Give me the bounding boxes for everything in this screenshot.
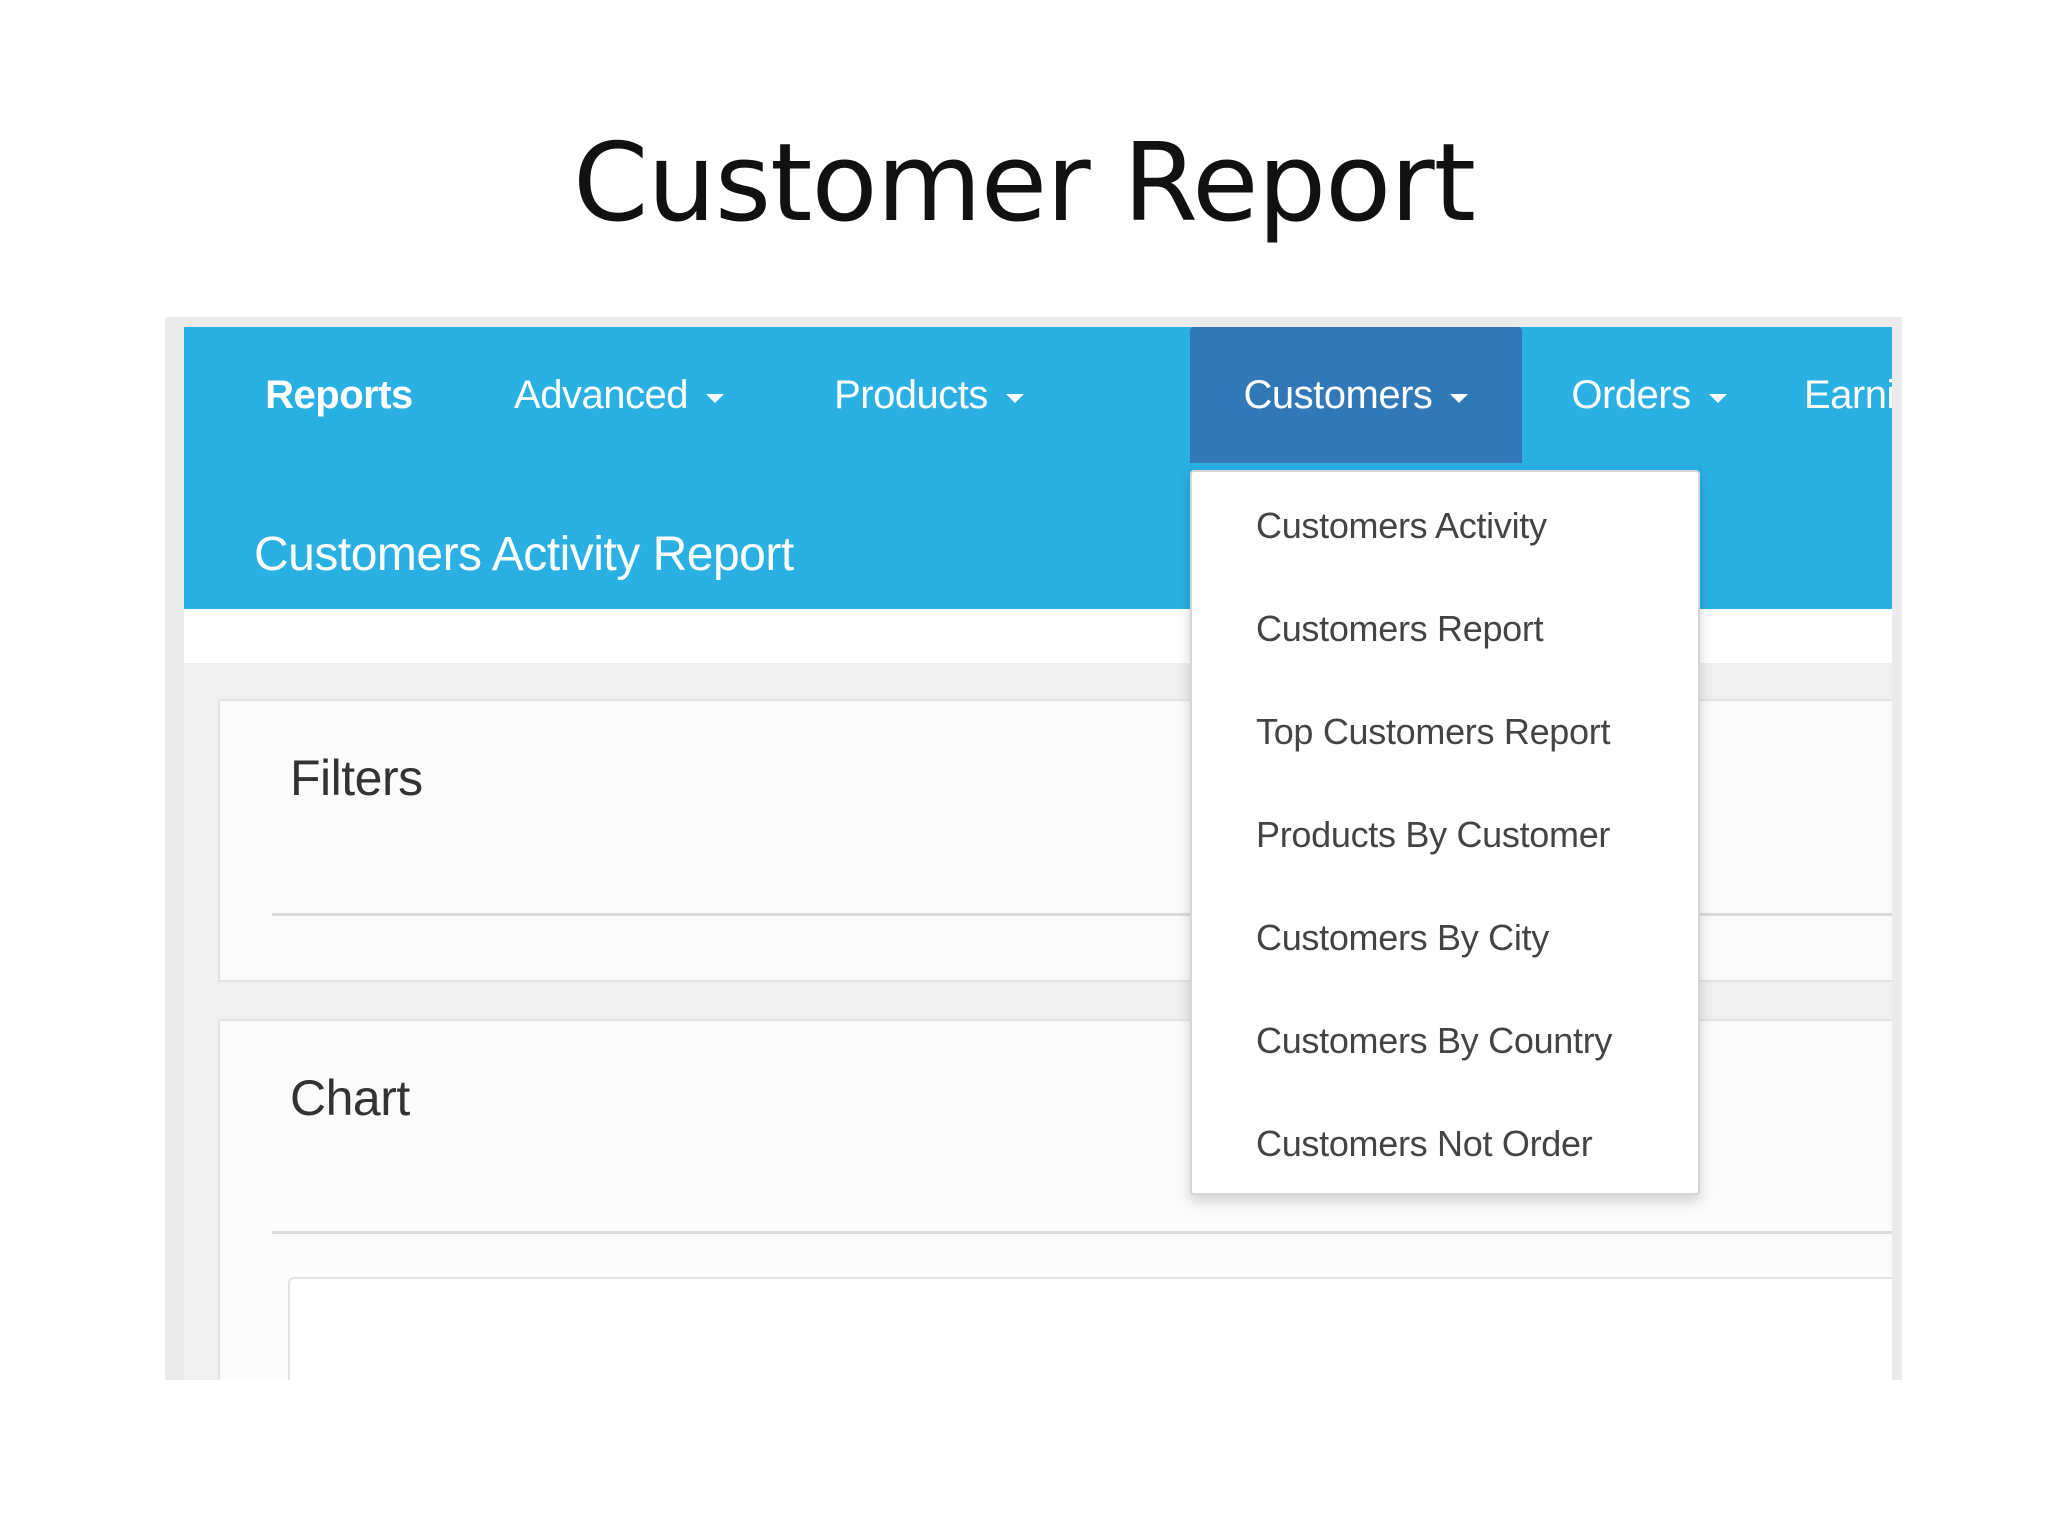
nav-item-orders[interactable]: Orders xyxy=(1524,327,1774,463)
chart-divider xyxy=(272,1231,1892,1234)
nav-item-label: Customers xyxy=(1243,372,1433,417)
caret-down-icon xyxy=(1708,393,1727,403)
slide-title: Customer Report xyxy=(573,121,1476,246)
caret-down-icon xyxy=(1450,393,1469,403)
nav-item-earnings[interactable]: Earnin xyxy=(1774,327,1892,463)
page-heading: Customers Activity Report xyxy=(254,528,794,581)
menu-item-customers-report[interactable]: Customers Report xyxy=(1192,589,1698,669)
nav-item-label: Advanced xyxy=(514,372,688,417)
nav-item-label: Earnin xyxy=(1804,372,1892,417)
nav-item-label: Reports xyxy=(265,372,413,417)
caret-down-icon xyxy=(705,393,724,403)
menu-item-customers-not-order[interactable]: Customers Not Order xyxy=(1192,1104,1698,1184)
customers-dropdown-menu: Customers Activity Customers Report Top … xyxy=(1190,470,1700,1195)
menu-item-products-by-customer[interactable]: Products By Customer xyxy=(1192,795,1698,875)
menu-item-customers-by-city[interactable]: Customers By City xyxy=(1192,898,1698,978)
menu-item-customers-activity[interactable]: Customers Activity xyxy=(1192,486,1698,566)
caret-down-icon xyxy=(1005,393,1024,403)
menu-item-customers-by-country[interactable]: Customers By Country xyxy=(1192,1001,1698,1081)
slide: Customer Report Reports Advanced Product… xyxy=(0,0,2048,1536)
nav-item-customers[interactable]: Customers xyxy=(1190,327,1522,463)
nav-item-label: Products xyxy=(834,372,988,417)
nav-item-reports[interactable]: Reports xyxy=(244,327,434,463)
chart-title: Chart xyxy=(290,1070,410,1126)
nav-item-products[interactable]: Products xyxy=(804,327,1054,463)
nav-item-advanced[interactable]: Advanced xyxy=(494,327,744,463)
report-screenshot: Reports Advanced Products Customers Orde… xyxy=(165,317,1902,1380)
filters-title: Filters xyxy=(290,750,423,806)
chart-container xyxy=(288,1277,1892,1380)
menu-item-top-customers-report[interactable]: Top Customers Report xyxy=(1192,692,1698,772)
report-app-window: Reports Advanced Products Customers Orde… xyxy=(184,327,1892,1380)
nav-item-label: Orders xyxy=(1571,372,1691,417)
